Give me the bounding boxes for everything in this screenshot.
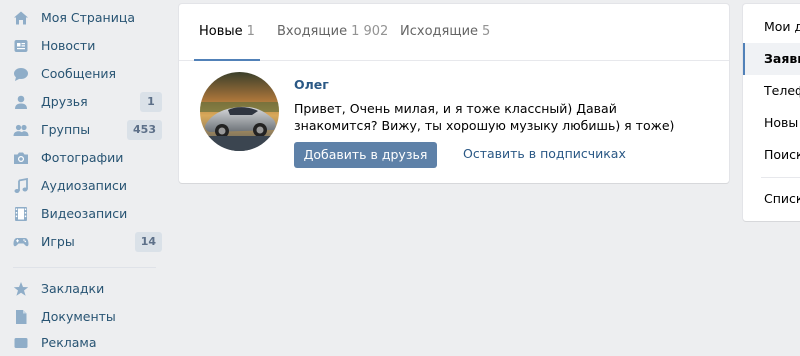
sidebar-item-label: Моя Страница	[41, 10, 135, 25]
tab-outgoing[interactable]: Исходящие 5	[400, 4, 490, 60]
friend-requests-card: Новые 1 Входящие 1 902 Исходящие 5 Олег …	[179, 4, 729, 183]
tab-new[interactable]: Новые 1	[194, 4, 260, 61]
sidebar-divider	[13, 267, 156, 268]
keep-as-follower-link[interactable]: Оставить в подписчиках	[463, 146, 626, 161]
sidebar-item-games[interactable]: Игры 14	[0, 229, 170, 255]
bookmarks-icon	[13, 281, 29, 297]
sidebar-item-news[interactable]: Новости	[0, 33, 170, 59]
sidebar-item-label: Видеозаписи	[41, 206, 128, 221]
right-menu-item-new[interactable]: Новы	[743, 107, 800, 139]
games-count-badge: 14	[134, 232, 162, 252]
tab-count: 1 902	[351, 24, 389, 39]
sidebar-item-label: Документы	[41, 309, 116, 324]
sidebar-item-label: Фотографии	[41, 150, 124, 165]
messages-icon	[13, 66, 29, 82]
sidebar-item-label: Реклама	[41, 335, 97, 350]
sidebar-item-messages[interactable]: Сообщения	[0, 61, 170, 87]
audio-icon	[13, 178, 29, 194]
home-icon	[13, 10, 29, 26]
right-menu-item-requests[interactable]: Заявк	[743, 43, 800, 75]
tab-count: 1	[246, 24, 255, 39]
sidebar-item-friends[interactable]: Друзья 1	[0, 89, 170, 115]
requests-tabs: Новые 1 Входящие 1 902 Исходящие 5	[179, 4, 729, 61]
right-friends-menu: Мои д Заявк Телеф Новы Поиск Списк	[743, 4, 800, 221]
sidebar-item-bookmarks[interactable]: Закладки	[0, 276, 170, 302]
groups-icon	[13, 122, 29, 138]
tab-label: Новые	[199, 24, 243, 39]
sidebar-item-label: Игры	[41, 234, 75, 249]
add-friend-button[interactable]: Добавить в друзья	[294, 142, 437, 168]
sidebar-item-label: Друзья	[41, 94, 88, 109]
tab-incoming[interactable]: Входящие 1 902	[277, 4, 388, 60]
news-icon	[13, 38, 29, 54]
sidebar-item-groups[interactable]: Группы 453	[0, 117, 170, 143]
video-icon	[13, 206, 29, 222]
photos-icon	[13, 150, 29, 166]
sidebar-item-my-page[interactable]: Моя Страница	[0, 5, 170, 31]
right-menu-item-search[interactable]: Поиск	[743, 139, 800, 171]
requester-name-link[interactable]: Олег	[294, 77, 329, 92]
right-menu-item-lists[interactable]: Списк	[743, 183, 800, 215]
sidebar-item-label: Сообщения	[41, 66, 117, 81]
games-icon	[13, 234, 29, 250]
sidebar-item-audio[interactable]: Аудиозаписи	[0, 173, 170, 199]
right-menu-item-phone-book[interactable]: Телеф	[743, 75, 800, 107]
groups-count-badge: 453	[127, 120, 162, 140]
sidebar-item-video[interactable]: Видеозаписи	[0, 201, 170, 227]
sidebar-item-label: Закладки	[41, 281, 105, 296]
sidebar-item-documents[interactable]: Документы	[0, 304, 170, 330]
avatar[interactable]	[200, 72, 279, 151]
documents-icon	[13, 309, 29, 325]
tab-label: Входящие	[277, 24, 348, 39]
sidebar-item-label: Группы	[41, 122, 91, 137]
ads-icon	[13, 335, 29, 351]
sidebar-item-label: Новости	[41, 38, 96, 53]
friends-count-badge: 1	[140, 92, 162, 112]
sidebar-item-label: Аудиозаписи	[41, 178, 127, 193]
request-message: Привет, Очень милая, и я тоже классный) …	[294, 101, 675, 133]
tab-label: Исходящие	[400, 24, 479, 39]
sidebar-item-photos[interactable]: Фотографии	[0, 145, 170, 171]
right-menu-divider	[761, 177, 800, 178]
tab-count: 5	[482, 24, 491, 39]
sidebar-item-ads[interactable]: Реклама	[0, 330, 170, 356]
right-menu-item-my-friends[interactable]: Мои д	[743, 11, 800, 43]
friends-icon	[13, 94, 29, 110]
